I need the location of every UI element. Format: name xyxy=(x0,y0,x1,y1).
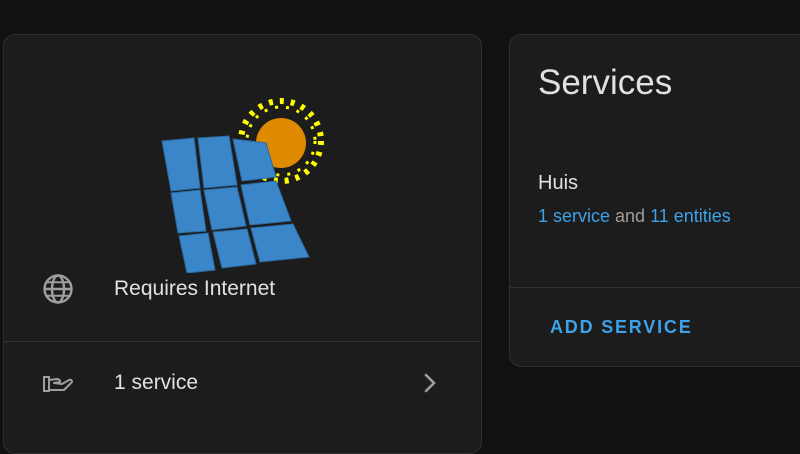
chevron-right-icon xyxy=(416,369,444,397)
add-service-button[interactable]: ADD SERVICE xyxy=(538,305,705,349)
services-card: Services Huis 1 service and 11 entities … xyxy=(509,34,800,367)
services-link-label: 1 service xyxy=(114,371,199,394)
service-entry-name: Huis xyxy=(538,172,579,194)
entities-count-link[interactable]: 11 entities xyxy=(650,206,731,226)
globe-icon xyxy=(38,269,78,309)
links-joiner: and xyxy=(610,206,651,226)
requires-internet-label: Requires Internet xyxy=(114,277,276,300)
services-title: Services xyxy=(538,63,673,102)
solar-panel-logo xyxy=(154,93,336,274)
service-count-link[interactable]: 1 service xyxy=(538,206,610,226)
requires-internet-row: Requires Internet xyxy=(4,259,481,319)
services-link-row[interactable]: 1 service xyxy=(4,353,481,413)
service-entry-links: 1 service and 11 entities xyxy=(538,206,731,227)
divider xyxy=(4,341,481,342)
divider xyxy=(510,287,800,288)
hand-service-icon xyxy=(38,363,78,403)
integration-card: Requires Internet 1 service xyxy=(3,34,482,454)
